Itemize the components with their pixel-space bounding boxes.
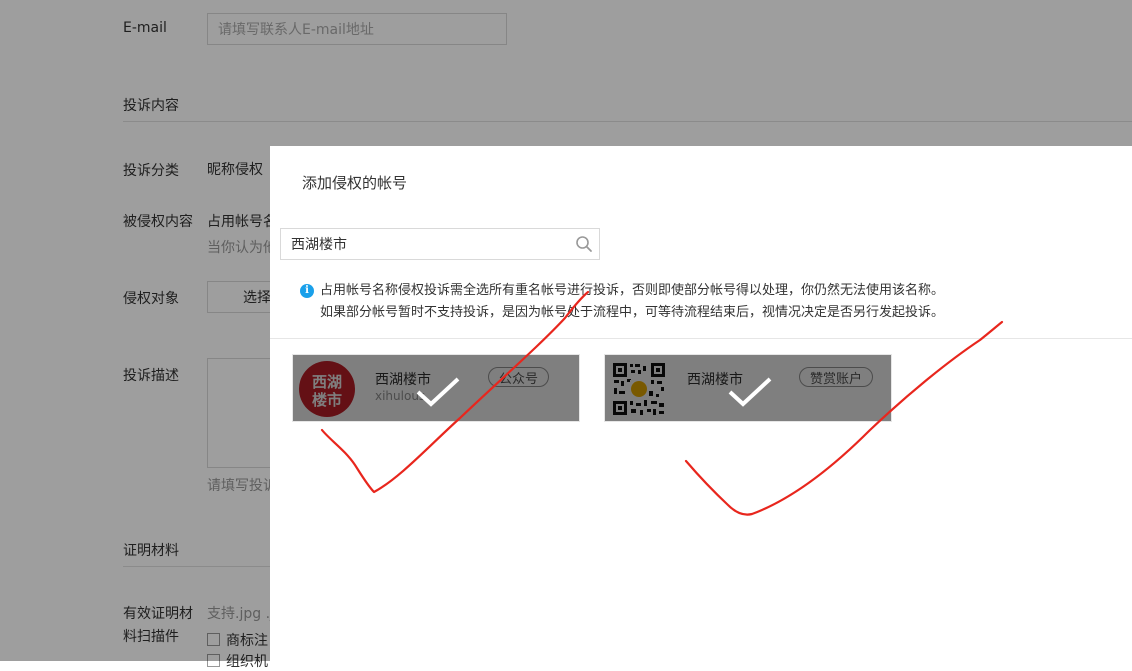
search-icon[interactable] — [575, 235, 593, 253]
notice-text-2: 如果部分帐号暂时不支持投诉，是因为帐号处于流程中，可等待流程结束后，视情况决定是… — [320, 305, 945, 320]
account-search-box[interactable] — [280, 228, 600, 260]
notice-line-1: i 占用帐号名称侵权投诉需全选所有重名帐号进行投诉，否则即使部分帐号得以处理，你… — [300, 280, 944, 302]
dialog-divider — [270, 338, 1132, 339]
check-icon — [416, 377, 460, 407]
add-account-dialog: 添加侵权的帐号 i 占用帐号名称侵权投诉需全选所有重名帐号进行投诉，否则即使部分… — [270, 146, 1132, 661]
notice: i 占用帐号名称侵权投诉需全选所有重名帐号进行投诉，否则即使部分帐号得以处理，你… — [300, 280, 944, 324]
dialog-title: 添加侵权的帐号 — [302, 174, 408, 192]
info-icon: i — [300, 284, 314, 298]
account-card-official[interactable]: 西湖 楼市 西湖楼市 xihulous 公众号 — [292, 354, 580, 422]
account-card-reward[interactable]: 西湖楼市 赞赏账户 — [604, 354, 892, 422]
account-search-input[interactable] — [281, 229, 561, 259]
check-icon — [728, 377, 772, 407]
notice-text-1: 占用帐号名称侵权投诉需全选所有重名帐号进行投诉，否则即使部分帐号得以处理，你仍然… — [320, 283, 945, 298]
notice-line-2: 如果部分帐号暂时不支持投诉，是因为帐号处于流程中，可等待流程结束后，视情况决定是… — [300, 302, 944, 324]
